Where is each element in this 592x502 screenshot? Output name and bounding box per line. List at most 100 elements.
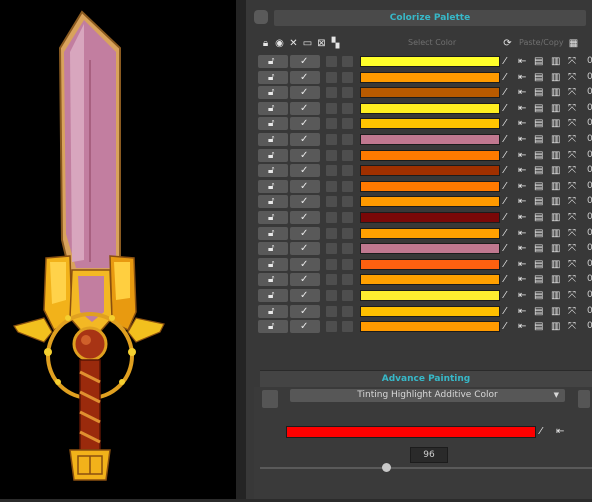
clipboard-icon[interactable]: ▥ (551, 117, 560, 130)
eyedropper-icon[interactable]: ⁄ (504, 164, 506, 177)
option-toggle[interactable] (326, 180, 337, 192)
eyedropper-icon[interactable]: ⁄ (504, 227, 506, 240)
eyedropper-icon[interactable]: ⁄ (504, 71, 506, 84)
copy-icon[interactable]: ⇤ (518, 289, 526, 302)
shuffle-icon[interactable]: ⤧ (568, 71, 576, 84)
brush-button[interactable]: ✓ (290, 164, 320, 178)
option-toggle[interactable] (342, 258, 353, 270)
brush-button[interactable]: ✓ (290, 133, 320, 146)
paste-icon[interactable]: ▤ (534, 86, 543, 99)
clipboard-icon[interactable]: ▥ (551, 305, 560, 318)
lock-button[interactable]: 🔓︎ (258, 86, 288, 100)
clipboard-icon[interactable]: ▥ (551, 86, 560, 99)
option-toggle[interactable] (326, 243, 337, 255)
brush-button[interactable]: ✓ (290, 257, 320, 271)
clipboard-icon[interactable]: ▥ (551, 149, 560, 162)
paste-icon[interactable]: ▤ (534, 320, 543, 333)
lock-button[interactable]: 🔓︎ (258, 257, 288, 271)
shuffle-icon[interactable]: ⤧ (568, 180, 576, 193)
option-toggle[interactable] (326, 196, 337, 208)
paste-icon[interactable]: ▤ (534, 211, 543, 224)
shuffle-icon[interactable]: ⤧ (568, 227, 576, 240)
eyedropper-icon[interactable]: ⁄ (504, 242, 506, 255)
option-toggle[interactable] (326, 321, 337, 333)
option-toggle[interactable] (326, 212, 337, 223)
trash-button[interactable] (578, 390, 590, 408)
brush-button[interactable]: ✓ (290, 320, 320, 334)
lock-button[interactable]: 🔓︎ (258, 320, 288, 334)
option-toggle[interactable] (342, 180, 353, 192)
eyedropper-icon[interactable]: ⁄ (504, 102, 506, 115)
clipboard-icon[interactable]: ▥ (551, 242, 560, 255)
option-toggle[interactable] (326, 165, 337, 177)
paste-icon[interactable]: ▤ (534, 117, 543, 130)
paint-bucket-button[interactable] (262, 390, 278, 408)
advance-painting-header[interactable]: Advance Painting (260, 370, 592, 387)
option-toggle[interactable] (342, 118, 353, 130)
lock-button[interactable]: 🔓︎ (258, 242, 288, 256)
option-toggle[interactable] (342, 305, 353, 317)
paste-icon[interactable]: ▤ (534, 149, 543, 162)
color-swatch[interactable] (360, 321, 500, 333)
paste-icon[interactable]: ▤ (534, 305, 543, 318)
paste-icon[interactable]: ▤ (534, 195, 543, 208)
paste-icon[interactable]: ▤ (534, 133, 543, 146)
color-swatch[interactable] (360, 134, 500, 145)
advance-value-field[interactable]: 96 (410, 447, 448, 463)
copy-icon[interactable]: ⇤ (556, 425, 564, 438)
brush-button[interactable]: ✓ (290, 55, 320, 68)
close-icon[interactable]: ✕ (288, 38, 299, 49)
option-toggle[interactable] (326, 71, 337, 83)
color-swatch[interactable] (360, 149, 500, 161)
brush-button[interactable]: ✓ (290, 273, 320, 287)
option-toggle[interactable] (326, 118, 337, 130)
color-swatch[interactable] (360, 71, 500, 83)
eyedropper-icon[interactable]: ⁄ (504, 149, 506, 162)
visibility-icon[interactable]: ◉ (274, 38, 285, 49)
lock-button[interactable]: 🔓︎ (258, 148, 288, 162)
clipboard-icon[interactable]: ▥ (551, 211, 560, 224)
clipboard-icon[interactable]: ▥ (551, 164, 560, 177)
option-toggle[interactable] (342, 274, 353, 286)
checker-icon[interactable]: ▦ (568, 38, 579, 49)
lock-button[interactable]: 🔓︎ (258, 164, 288, 178)
option-toggle[interactable] (342, 102, 353, 114)
shuffle-icon[interactable]: ⤧ (568, 258, 576, 271)
copy-icon[interactable]: ⇤ (518, 242, 526, 255)
option-toggle[interactable] (326, 305, 337, 317)
brush-button[interactable]: ✓ (290, 101, 320, 115)
color-swatch[interactable] (360, 290, 500, 301)
paste-icon[interactable]: ▤ (534, 227, 543, 240)
shuffle-icon[interactable]: ⤧ (568, 102, 576, 115)
lock-button[interactable]: 🔓︎ (258, 55, 288, 68)
lock-button[interactable]: 🔓︎ (258, 117, 288, 131)
eyedropper-icon[interactable]: ⁄ (504, 86, 506, 99)
eyedropper-icon[interactable]: ⁄ (504, 55, 506, 68)
brush-button[interactable]: ✓ (290, 289, 320, 302)
option-toggle[interactable] (342, 321, 353, 333)
shuffle-icon[interactable]: ⤧ (568, 305, 576, 318)
copy-icon[interactable]: ⇤ (518, 102, 526, 115)
clipboard-icon[interactable]: ▥ (551, 273, 560, 286)
option-toggle[interactable] (326, 87, 337, 99)
eyedropper-icon[interactable]: ⁄ (504, 289, 506, 302)
brush-button[interactable]: ✓ (290, 226, 320, 240)
option-toggle[interactable] (326, 258, 337, 270)
option-toggle[interactable] (342, 134, 353, 145)
option-toggle[interactable] (342, 290, 353, 301)
lock-button[interactable]: 🔓︎ (258, 101, 288, 115)
rect-select-icon[interactable]: ▭ (302, 38, 313, 49)
copy-icon[interactable]: ⇤ (518, 180, 526, 193)
paste-icon[interactable]: ▤ (534, 180, 543, 193)
option-toggle[interactable] (342, 212, 353, 223)
copy-icon[interactable]: ⇤ (518, 71, 526, 84)
clipboard-icon[interactable]: ▥ (551, 227, 560, 240)
option-toggle[interactable] (326, 149, 337, 161)
option-toggle[interactable] (326, 227, 337, 239)
brush-button[interactable]: ✓ (290, 148, 320, 162)
clipboard-icon[interactable]: ▥ (551, 133, 560, 146)
color-swatch[interactable] (360, 118, 500, 130)
eyedropper-icon[interactable]: ⁄ (504, 133, 506, 146)
paste-icon[interactable]: ▤ (534, 55, 543, 68)
refresh-icon[interactable]: ⟳ (502, 38, 513, 49)
